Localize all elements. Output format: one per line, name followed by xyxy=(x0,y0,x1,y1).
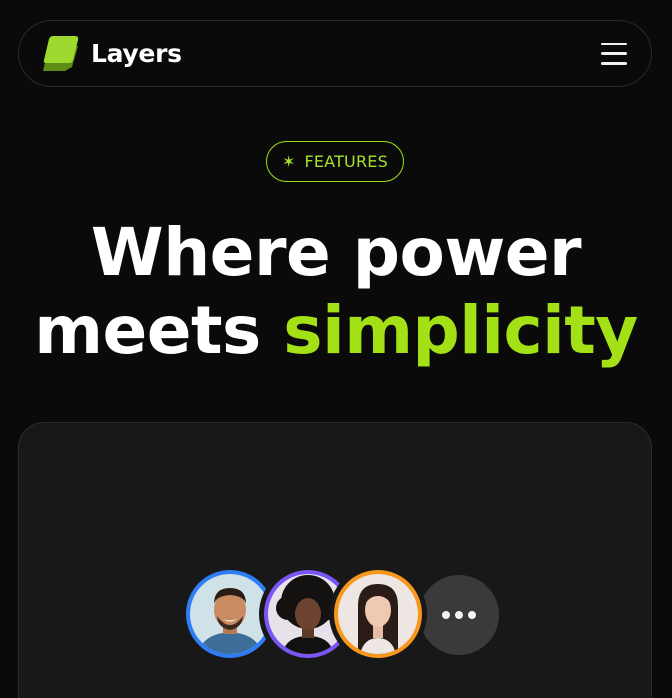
hamburger-menu-icon[interactable] xyxy=(601,42,629,65)
hero-line-1: Where power xyxy=(90,214,582,291)
features-badge: ✶ FEATURES xyxy=(266,141,404,182)
navbar: Layers xyxy=(18,20,652,87)
avatar-woman-long-hair-photo xyxy=(338,574,418,654)
hero-line-2: meets simplicity xyxy=(0,292,672,370)
brand-name: Layers xyxy=(91,39,182,68)
more-dots-icon[interactable] xyxy=(419,575,499,655)
avatar-man-photo xyxy=(190,574,270,654)
feature-card xyxy=(18,422,652,698)
avatar-ring xyxy=(334,570,422,658)
badge-label: FEATURES xyxy=(304,152,388,171)
sparkle-icon: ✶ xyxy=(282,151,296,171)
hero-heading: Where power meets simplicity xyxy=(0,214,672,370)
hero-line-2-plain: meets xyxy=(34,292,284,369)
brand[interactable]: Layers xyxy=(39,33,182,75)
layers-logo-icon xyxy=(43,35,79,71)
avatar-group xyxy=(181,565,501,663)
page: Layers ✶ FEATURES Where power meets simp… xyxy=(0,0,672,698)
avatar-woman-long-hair[interactable] xyxy=(329,565,427,663)
hero-accent-word: simplicity xyxy=(283,292,638,369)
